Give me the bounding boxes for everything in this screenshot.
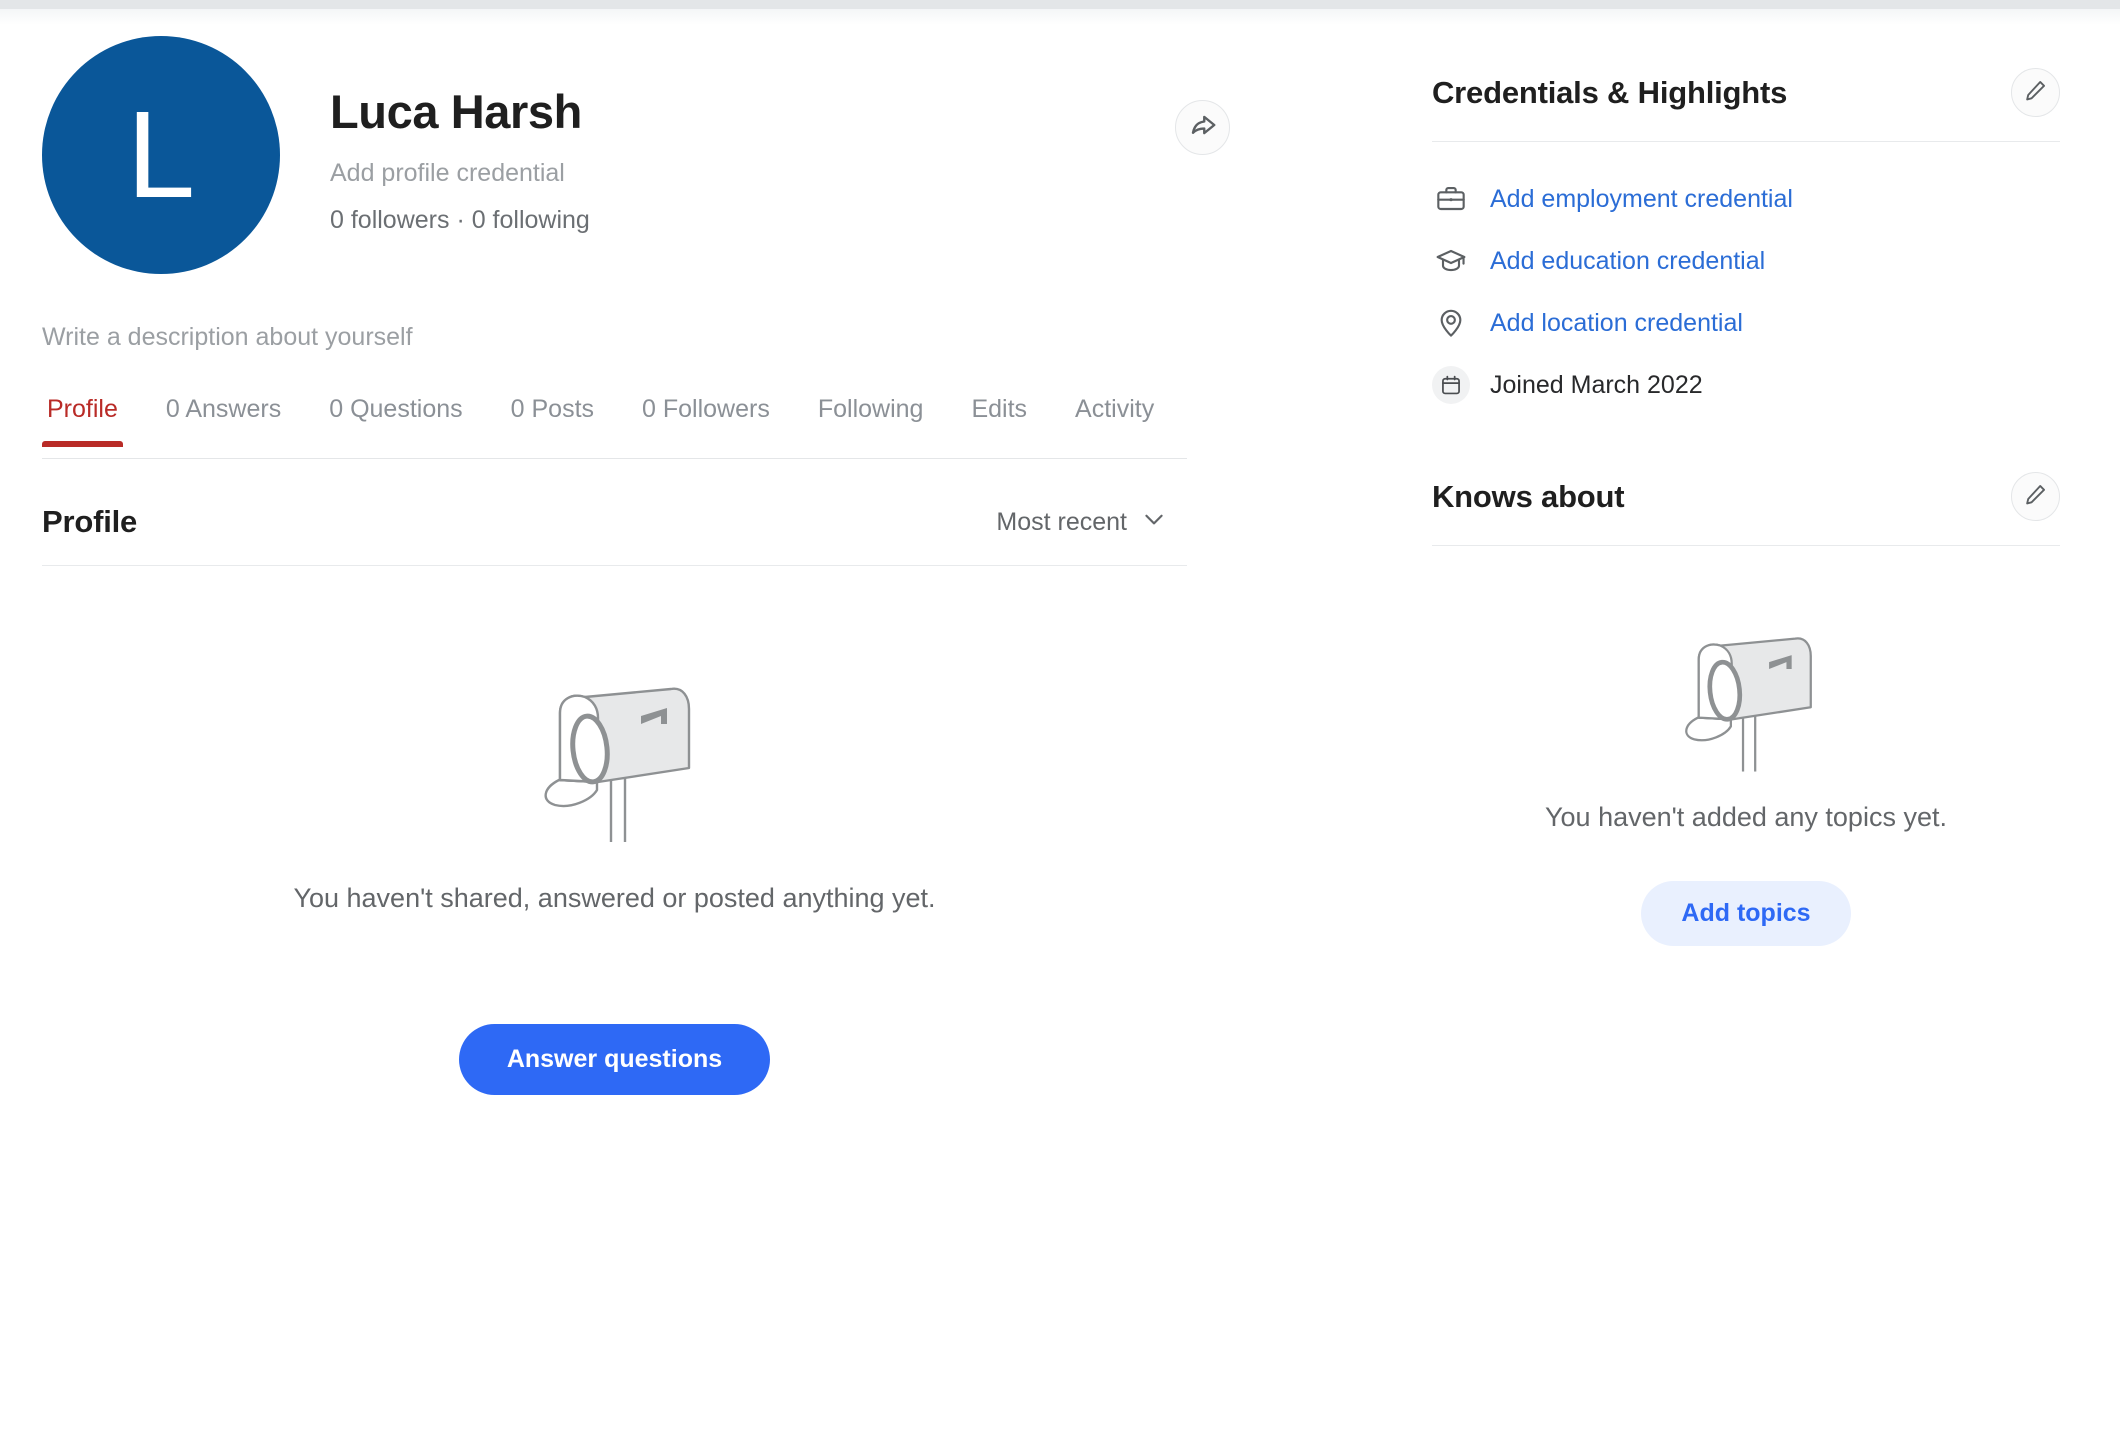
edit-credentials-button[interactable]	[2011, 68, 2060, 117]
tab-answers[interactable]: 0 Answers	[142, 397, 305, 446]
pencil-icon	[2023, 78, 2048, 108]
profile-tabs: Profile 0 Answers 0 Questions 0 Posts 0 …	[42, 397, 1187, 459]
tab-following[interactable]: Following	[794, 397, 948, 446]
sort-dropdown-value: Most recent	[996, 507, 1127, 536]
briefcase-icon	[1432, 180, 1470, 218]
tab-posts[interactable]: 0 Posts	[487, 397, 618, 446]
graduation-cap-icon	[1432, 242, 1470, 280]
edit-knows-about-button[interactable]	[2011, 472, 2060, 521]
main-empty-text: You haven't shared, answered or posted a…	[293, 883, 936, 913]
mailbox-illustration	[1659, 610, 1834, 780]
profile-page: L Luca Harsh Add profile credential 0 fo…	[0, 0, 2120, 1436]
tab-edits[interactable]: Edits	[947, 397, 1051, 446]
followers-following-count[interactable]: 0 followers · 0 following	[330, 205, 1090, 235]
page-title: Luca Harsh	[330, 85, 582, 138]
profile-header-text: Luca Harsh Add profile credential 0 foll…	[330, 86, 1090, 235]
knows-about-title: Knows about	[1432, 478, 1625, 514]
chevron-down-icon	[1141, 506, 1167, 539]
main-column: L Luca Harsh Add profile credential 0 fo…	[42, 36, 1230, 1095]
add-location-credential-row[interactable]: Add location credential	[1432, 292, 2060, 354]
tab-profile[interactable]: Profile	[42, 397, 142, 447]
profile-header: L Luca Harsh Add profile credential 0 fo…	[42, 36, 1230, 306]
calendar-icon	[1432, 366, 1470, 404]
avatar[interactable]: L	[42, 36, 280, 274]
share-arrow-icon	[1188, 110, 1218, 145]
sort-dropdown[interactable]: Most recent	[996, 506, 1187, 539]
add-education-credential-label: Add education credential	[1490, 247, 1766, 275]
credentials-title: Credentials & Highlights	[1432, 74, 1788, 110]
share-button[interactable]	[1175, 100, 1230, 155]
main-empty-state: You haven't shared, answered or posted a…	[42, 656, 1187, 1095]
pencil-icon	[2023, 482, 2048, 512]
joined-date-row: Joined March 2022	[1432, 354, 2060, 416]
add-employment-credential-label: Add employment credential	[1490, 185, 1793, 213]
credentials-header: Credentials & Highlights	[1432, 68, 2060, 142]
tab-followers[interactable]: 0 Followers	[618, 397, 794, 446]
location-pin-icon	[1432, 304, 1470, 342]
knows-about-empty-text: You haven't added any topics yet.	[1545, 802, 1947, 832]
section-title: Profile	[42, 504, 138, 539]
sidebar: Credentials & Highlights Add employment …	[1432, 68, 2060, 946]
avatar-initial: L	[126, 86, 196, 224]
profile-description-placeholder[interactable]: Write a description about yourself	[42, 323, 1187, 352]
tab-activity[interactable]: Activity	[1051, 397, 1178, 446]
mailbox-illustration	[515, 656, 715, 851]
top-header-fade	[0, 9, 2120, 25]
profile-section-header: Profile Most recent	[42, 504, 1187, 566]
knows-about-empty-state: You haven't added any topics yet. Add to…	[1432, 610, 2060, 946]
add-topics-button[interactable]: Add topics	[1641, 881, 1851, 946]
credentials-list: Add employment credential Add education …	[1432, 168, 2060, 416]
knows-about-header: Knows about	[1432, 472, 2060, 546]
add-profile-credential-link[interactable]: Add profile credential	[330, 158, 1090, 188]
answer-questions-button[interactable]: Answer questions	[458, 1024, 771, 1095]
top-header-strip	[0, 0, 2120, 9]
add-employment-credential-row[interactable]: Add employment credential	[1432, 168, 2060, 230]
add-education-credential-row[interactable]: Add education credential	[1432, 230, 2060, 292]
joined-date-label: Joined March 2022	[1490, 371, 1703, 399]
tab-questions[interactable]: 0 Questions	[305, 397, 486, 446]
add-location-credential-label: Add location credential	[1490, 309, 1743, 337]
